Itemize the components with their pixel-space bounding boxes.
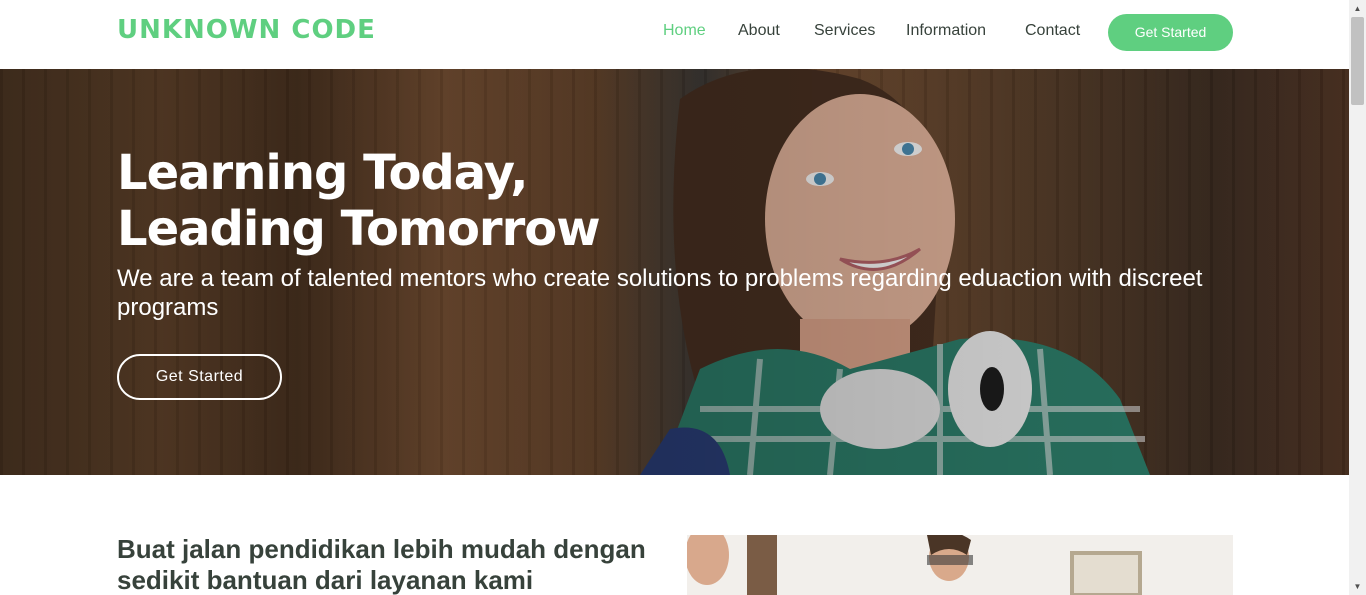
hero-title: Learning Today, Leading Tomorrow bbox=[117, 145, 601, 257]
nav-services[interactable]: Services bbox=[814, 22, 875, 40]
about-heading: Buat jalan pendidikan lebih mudah dengan… bbox=[117, 534, 646, 595]
hero-title-line1: Learning Today, bbox=[117, 145, 528, 201]
about-photo bbox=[687, 535, 1233, 595]
nav-information[interactable]: Information bbox=[906, 22, 986, 40]
page-scrollbar[interactable]: ▲ ▼ bbox=[1349, 0, 1366, 595]
get-started-nav-button[interactable]: Get Started bbox=[1108, 14, 1233, 51]
site-header: UNKNOWN CODE Home About Services Informa… bbox=[0, 0, 1349, 69]
hero-subtitle: We are a team of talented mentors who cr… bbox=[117, 265, 1203, 321]
triangle-down-icon[interactable]: ▼ bbox=[1349, 578, 1366, 595]
triangle-up-icon[interactable]: ▲ bbox=[1349, 0, 1366, 17]
main-nav: Home About Services Information Contact … bbox=[0, 0, 1349, 64]
nav-contact[interactable]: Contact bbox=[1025, 22, 1080, 40]
scrollbar-thumb[interactable] bbox=[1351, 17, 1364, 105]
hero-section: Learning Today, Leading Tomorrow We are … bbox=[0, 69, 1349, 475]
nav-about[interactable]: About bbox=[738, 22, 780, 40]
hero-title-line2: Leading Tomorrow bbox=[117, 201, 601, 257]
hero-get-started-button[interactable]: Get Started bbox=[117, 354, 282, 400]
nav-home[interactable]: Home bbox=[663, 22, 706, 40]
